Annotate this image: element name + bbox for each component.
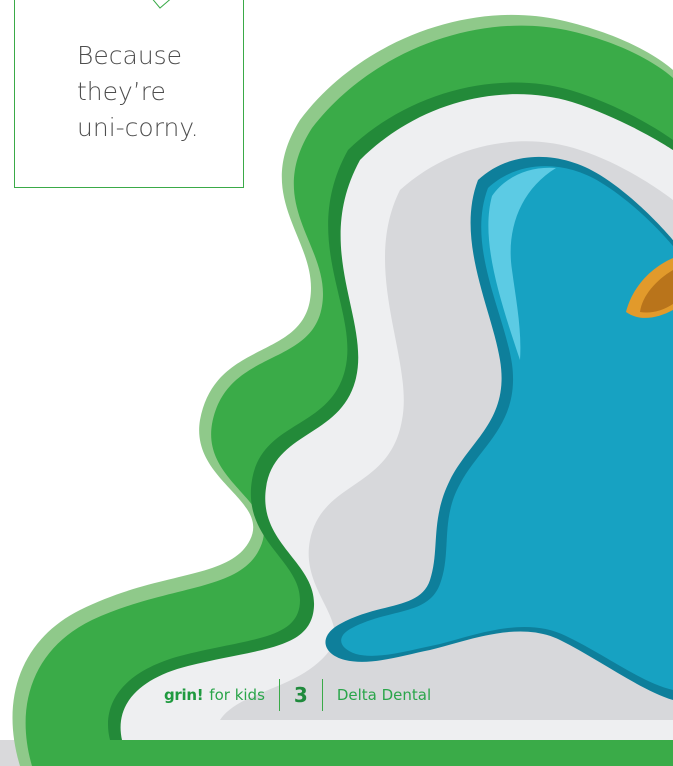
page-footer: grin! for kids 3 Delta Dental [164, 679, 432, 711]
speech-bubble: Because they’re uni-corny. [14, 0, 244, 188]
footer-divider [321, 679, 323, 711]
punchline-line-1: Because [77, 41, 183, 70]
punchline-line-3: uni-corny. [77, 113, 199, 142]
speech-bubble-tail [152, 0, 171, 9]
publisher-name: Delta Dental [336, 686, 432, 704]
punchline-line-2: they’re [77, 77, 166, 106]
page-number: 3 [293, 683, 308, 707]
punchline-text: Because they’re uni-corny. [77, 38, 247, 146]
brand-tagline: for kids [209, 686, 265, 704]
brand-logo: grin! [164, 686, 204, 704]
footer-divider [278, 679, 280, 711]
